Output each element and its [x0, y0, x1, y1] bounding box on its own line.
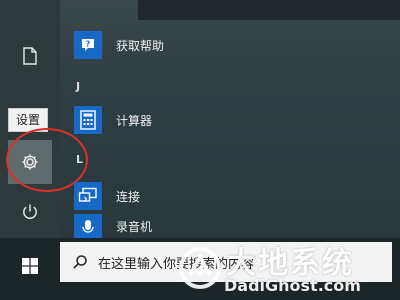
power-icon	[21, 203, 39, 225]
calculator-icon	[74, 106, 102, 134]
start-button[interactable]	[8, 246, 52, 290]
connect-icon	[74, 182, 102, 210]
app-voice-recorder[interactable]: 录音机	[74, 214, 152, 238]
svg-text:?: ?	[86, 40, 91, 49]
app-label: 连接	[116, 189, 141, 204]
app-calculator[interactable]: 计算器	[74, 100, 152, 140]
power-button[interactable]	[8, 196, 52, 232]
documents-button[interactable]	[8, 40, 52, 76]
search-icon	[72, 254, 88, 270]
windows-logo-icon	[21, 257, 39, 279]
app-list: ? 获取帮助 J 计算器 L 连接 录音机	[60, 0, 400, 238]
section-letter-j[interactable]: J	[76, 80, 80, 93]
help-icon: ?	[74, 31, 102, 59]
app-label: 获取帮助	[116, 38, 165, 53]
app-label: 计算器	[116, 113, 153, 128]
section-letter-l[interactable]: L	[76, 153, 83, 166]
app-connect[interactable]: 连接	[74, 176, 140, 216]
watermark-logo-icon	[176, 244, 224, 296]
document-icon	[22, 47, 38, 69]
microphone-icon	[74, 214, 102, 238]
watermark: 大地系统 DadiGhost.com	[176, 236, 400, 300]
app-label: 录音机	[116, 219, 153, 234]
app-get-help[interactable]: ? 获取帮助	[74, 25, 164, 65]
watermark-url: DadiGhost.com	[224, 276, 361, 295]
